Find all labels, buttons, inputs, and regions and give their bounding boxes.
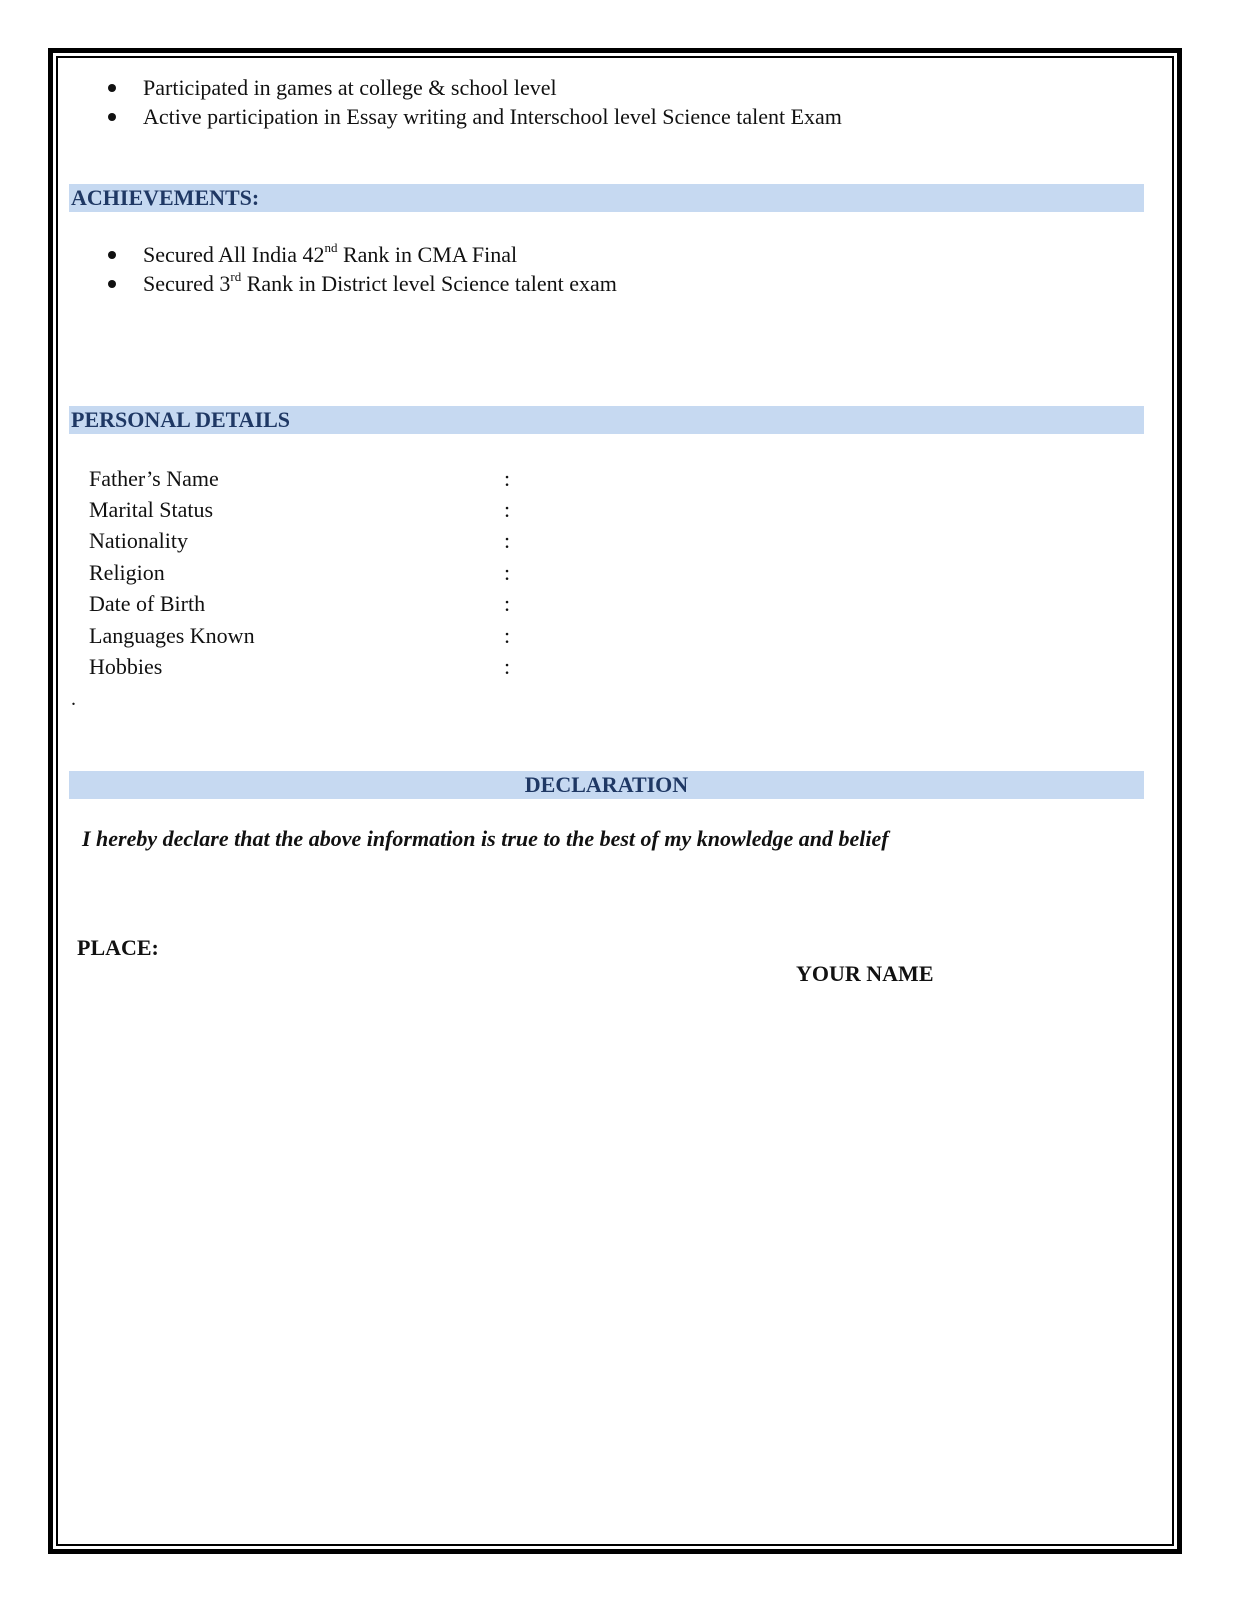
personal-details-title: PERSONAL DETAILS bbox=[71, 407, 291, 432]
field-label: Date of Birth bbox=[89, 591, 206, 616]
field-label: Marital Status bbox=[89, 497, 214, 522]
achievement-ordinal: rd bbox=[230, 268, 242, 284]
list-item-text: Participated in games at college & schoo… bbox=[143, 75, 557, 100]
bullet-icon bbox=[108, 113, 116, 121]
achievement-text-before: Secured All India 42 bbox=[143, 242, 325, 267]
personal-detail-row: Marital Status: bbox=[89, 494, 529, 525]
bullet-icon bbox=[108, 251, 116, 259]
personal-detail-row: Date of Birth: bbox=[89, 588, 529, 619]
achievement-ordinal: nd bbox=[324, 239, 338, 255]
field-separator: : bbox=[504, 623, 511, 648]
bullet-icon bbox=[108, 280, 116, 288]
personal-detail-row: Languages Known: bbox=[89, 620, 529, 651]
list-item: Secured 3rd Rank in District level Scien… bbox=[105, 269, 617, 298]
personal-detail-row: Hobbies: bbox=[89, 651, 529, 682]
field-label: Nationality bbox=[89, 528, 188, 553]
signature-name: YOUR NAME bbox=[796, 961, 934, 986]
field-separator: : bbox=[504, 591, 511, 616]
field-label: Religion bbox=[89, 560, 165, 585]
personal-detail-row: Religion: bbox=[89, 557, 529, 588]
field-separator: : bbox=[504, 466, 511, 491]
list-item: Secured All India 42nd Rank in CMA Final bbox=[105, 240, 617, 269]
achievement-text-after: Rank in CMA Final bbox=[337, 242, 518, 267]
field-label: Father’s Name bbox=[89, 466, 219, 491]
extracurricular-list: Participated in games at college & schoo… bbox=[105, 73, 842, 131]
declaration-text: I hereby declare that the above informat… bbox=[82, 826, 889, 851]
declaration-section-header: DECLARATION bbox=[69, 771, 1144, 799]
field-separator: : bbox=[504, 528, 511, 553]
achievements-list: Secured All India 42nd Rank in CMA Final… bbox=[105, 240, 617, 298]
achievement-text-before: Secured 3 bbox=[143, 271, 231, 296]
field-separator: : bbox=[504, 654, 511, 679]
personal-detail-row: Father’s Name: bbox=[89, 463, 529, 494]
field-separator: : bbox=[504, 560, 511, 585]
personal-detail-row: Nationality: bbox=[89, 525, 529, 556]
achievements-section-header: ACHIEVEMENTS: bbox=[69, 184, 1144, 212]
field-label: Languages Known bbox=[89, 623, 255, 648]
bullet-icon bbox=[108, 84, 116, 92]
achievement-text-after: Rank in District level Science talent ex… bbox=[241, 271, 617, 296]
field-separator: : bbox=[504, 497, 511, 522]
place-label: PLACE: bbox=[77, 935, 159, 960]
list-item: Active participation in Essay writing an… bbox=[105, 102, 842, 131]
field-label: Hobbies bbox=[89, 654, 163, 679]
declaration-title: DECLARATION bbox=[524, 772, 689, 797]
list-item-text: Active participation in Essay writing an… bbox=[143, 104, 842, 129]
personal-details-section-header: PERSONAL DETAILS bbox=[69, 406, 1144, 434]
achievements-title: ACHIEVEMENTS: bbox=[71, 185, 260, 210]
trailing-mark: . bbox=[71, 688, 76, 710]
list-item: Participated in games at college & schoo… bbox=[105, 73, 842, 102]
